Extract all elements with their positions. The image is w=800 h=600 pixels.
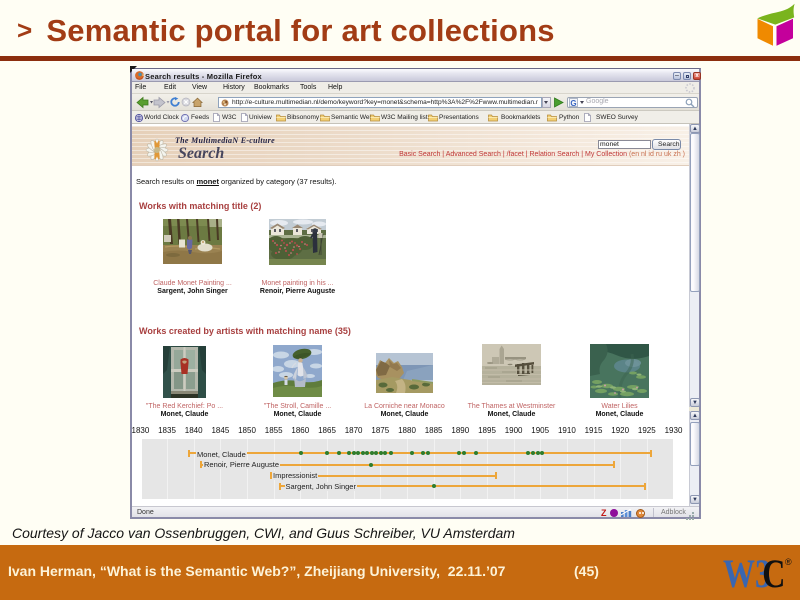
svg-text:®: ® — [785, 557, 792, 567]
svg-text:C: C — [762, 554, 785, 596]
